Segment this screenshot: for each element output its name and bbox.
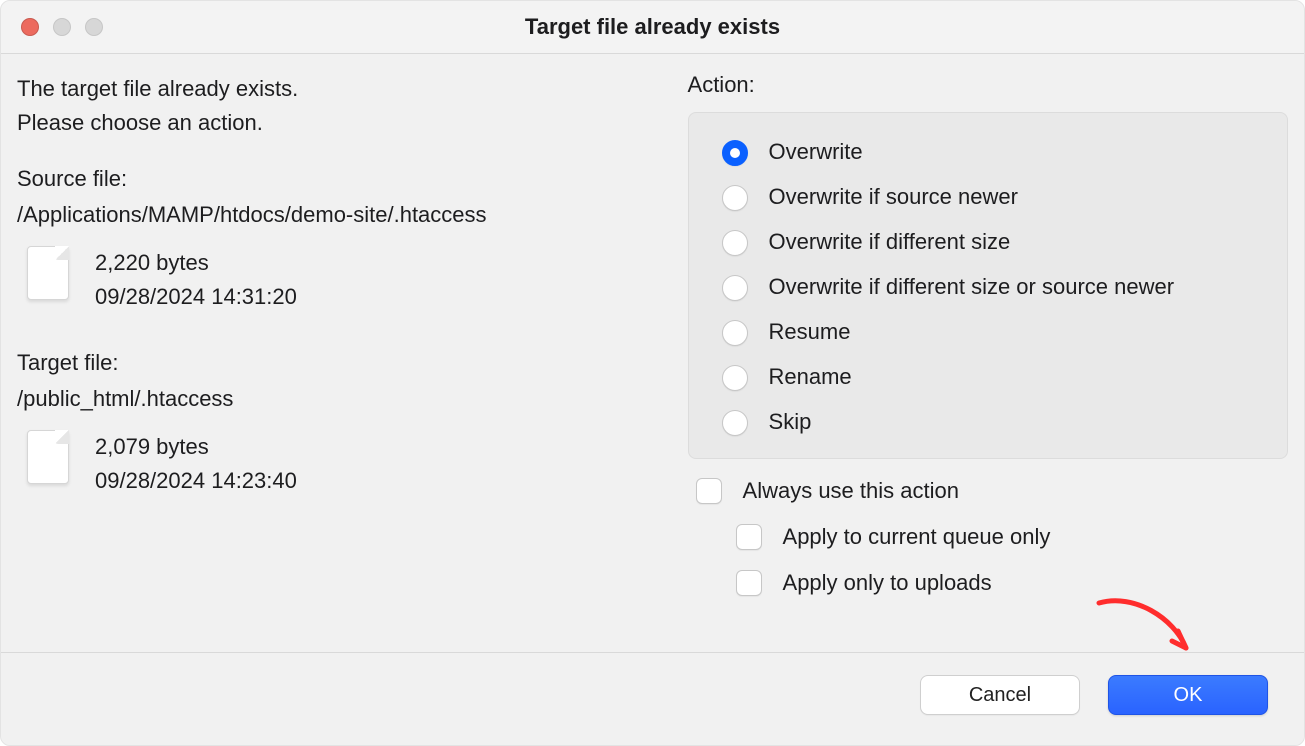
ok-button-label: OK: [1174, 684, 1203, 707]
cancel-button[interactable]: Cancel: [920, 675, 1080, 715]
check-uploads-only-label: Apply only to uploads: [783, 569, 992, 597]
message-text: The target file already exists. Please c…: [17, 72, 648, 140]
checks-group: Always use this action Apply to current …: [688, 475, 1288, 599]
radio-overwrite-size-input[interactable]: [722, 230, 748, 256]
check-queue-only[interactable]: Apply to current queue only: [732, 521, 1288, 553]
radio-resume-label: Resume: [769, 318, 851, 346]
message-line-2: Please choose an action.: [17, 106, 648, 140]
radio-rename-label: Rename: [769, 363, 852, 391]
check-queue-only-label: Apply to current queue only: [783, 523, 1051, 551]
target-label: Target file:: [17, 350, 648, 376]
dialog-content: The target file already exists. Please c…: [1, 54, 1304, 652]
target-mtime: 09/28/2024 14:23:40: [95, 464, 297, 498]
target-file-meta: 2,079 bytes 09/28/2024 14:23:40: [95, 430, 297, 498]
window-title: Target file already exists: [1, 14, 1304, 40]
source-path: /Applications/MAMP/htdocs/demo-site/.hta…: [17, 202, 648, 228]
action-panel: Overwrite Overwrite if source newer Over…: [688, 112, 1288, 459]
target-file-row: 2,079 bytes 09/28/2024 14:23:40: [17, 430, 648, 498]
radio-skip[interactable]: Skip: [717, 407, 1259, 436]
ok-button[interactable]: OK: [1108, 675, 1268, 715]
file-icon: [27, 246, 69, 300]
titlebar: Target file already exists: [1, 1, 1304, 54]
radio-overwrite-size-label: Overwrite if different size: [769, 228, 1011, 256]
right-column: Action: Overwrite Overwrite if source ne…: [688, 72, 1288, 642]
radio-overwrite-size[interactable]: Overwrite if different size: [717, 227, 1259, 256]
action-label: Action:: [688, 72, 1288, 98]
check-always-label: Always use this action: [743, 477, 959, 505]
radio-overwrite-newer-label: Overwrite if source newer: [769, 183, 1018, 211]
file-icon: [27, 430, 69, 484]
radio-resume-input[interactable]: [722, 320, 748, 346]
radio-resume[interactable]: Resume: [717, 317, 1259, 346]
left-column: The target file already exists. Please c…: [17, 72, 648, 642]
radio-overwrite-size-or-newer-input[interactable]: [722, 275, 748, 301]
check-uploads-only[interactable]: Apply only to uploads: [732, 567, 1288, 599]
message-line-1: The target file already exists.: [17, 72, 648, 106]
check-always-input[interactable]: [696, 478, 722, 504]
check-always[interactable]: Always use this action: [692, 475, 1288, 507]
target-path: /public_html/.htaccess: [17, 386, 648, 412]
radio-skip-input[interactable]: [722, 410, 748, 436]
radio-rename[interactable]: Rename: [717, 362, 1259, 391]
source-file-row: 2,220 bytes 09/28/2024 14:31:20: [17, 246, 648, 314]
target-size: 2,079 bytes: [95, 430, 297, 464]
source-size: 2,220 bytes: [95, 246, 297, 280]
radio-overwrite-newer[interactable]: Overwrite if source newer: [717, 182, 1259, 211]
dialog-footer: Cancel OK: [1, 652, 1304, 745]
radio-overwrite-size-or-newer-label: Overwrite if different size or source ne…: [769, 273, 1175, 301]
radio-skip-label: Skip: [769, 408, 812, 436]
source-file-meta: 2,220 bytes 09/28/2024 14:31:20: [95, 246, 297, 314]
radio-rename-input[interactable]: [722, 365, 748, 391]
radio-overwrite-size-or-newer[interactable]: Overwrite if different size or source ne…: [717, 272, 1259, 301]
radio-overwrite[interactable]: Overwrite: [717, 137, 1259, 166]
radio-overwrite-label: Overwrite: [769, 138, 863, 166]
radio-overwrite-input[interactable]: [722, 140, 748, 166]
source-label: Source file:: [17, 166, 648, 192]
check-queue-only-input[interactable]: [736, 524, 762, 550]
radio-overwrite-newer-input[interactable]: [722, 185, 748, 211]
cancel-button-label: Cancel: [969, 684, 1031, 707]
source-mtime: 09/28/2024 14:31:20: [95, 280, 297, 314]
check-uploads-only-input[interactable]: [736, 570, 762, 596]
dialog-window: Target file already exists The target fi…: [0, 0, 1305, 746]
